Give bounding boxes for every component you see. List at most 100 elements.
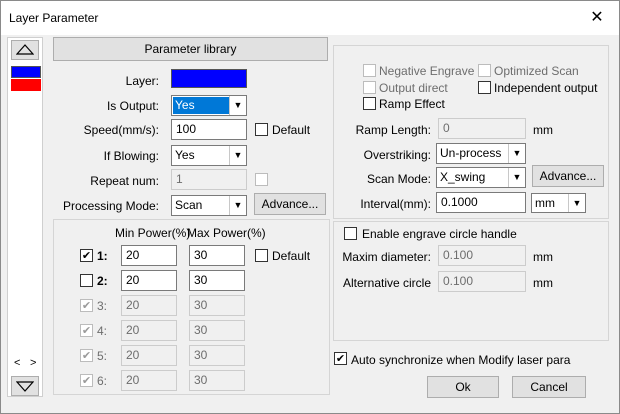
ramp-effect-checkbox[interactable] <box>363 97 376 110</box>
min-power-field[interactable]: 20 <box>121 245 177 266</box>
engrave-circle-checkbox[interactable] <box>344 227 357 240</box>
interval-field[interactable]: 0.1000 <box>436 192 526 213</box>
layer-item-blue[interactable] <box>11 66 41 78</box>
window-title: Layer Parameter <box>9 11 99 25</box>
alternative-circle-unit: mm <box>533 276 553 290</box>
left-advance-button[interactable]: Advance... <box>254 193 326 215</box>
auto-sync-checkbox[interactable]: ✔ <box>334 352 347 365</box>
max-power-field[interactable]: 30 <box>189 295 245 316</box>
interval-unit-select[interactable]: mm ▼ <box>531 193 586 213</box>
independent-output-label: Independent output <box>494 81 598 95</box>
overstriking-value: Un-process <box>440 146 502 160</box>
power-row-checkbox[interactable] <box>80 274 93 287</box>
alternative-circle-label: Alternative circle <box>342 276 431 290</box>
optimized-scan-label: Optimized Scan <box>494 64 579 78</box>
power-row-checkbox[interactable]: ✔ <box>80 249 93 262</box>
overstriking-select[interactable]: Un-process ▼ <box>436 143 526 164</box>
triangle-down-icon <box>15 381 35 392</box>
processing-mode-select[interactable]: Scan ▼ <box>171 195 247 216</box>
max-power-header: Max Power(%) <box>187 226 266 240</box>
max-power-field[interactable]: 30 <box>189 370 245 391</box>
min-power-field[interactable]: 20 <box>121 370 177 391</box>
close-icon[interactable]: ✕ <box>586 7 608 29</box>
scan-mode-label: Scan Mode: <box>366 172 431 186</box>
engrave-circle-label: Enable engrave circle handle <box>362 227 517 241</box>
overstriking-label: Overstriking: <box>363 148 431 162</box>
maxim-diameter-field[interactable]: 0.100 <box>438 245 526 266</box>
ramp-length-field[interactable]: 0 <box>438 118 526 139</box>
maxim-diameter-unit: mm <box>533 250 553 264</box>
processing-mode-value: Scan <box>175 198 203 212</box>
is-output-select[interactable]: Yes ▼ <box>171 95 247 116</box>
if-blowing-label: If Blowing: <box>103 149 159 163</box>
output-direct-checkbox[interactable] <box>363 81 376 94</box>
min-power-field[interactable]: 20 <box>121 320 177 341</box>
triangle-up-icon <box>15 44 35 55</box>
power-row-checkbox[interactable]: ✔ <box>80 324 93 337</box>
layer-item-red[interactable] <box>11 79 41 91</box>
if-blowing-value: Yes <box>175 148 195 162</box>
title-bar: Layer Parameter ✕ <box>1 1 619 35</box>
speed-label: Speed(mm/s): <box>83 123 159 137</box>
chevron-down-icon[interactable]: ▼ <box>508 168 525 187</box>
min-power-field[interactable]: 20 <box>121 345 177 366</box>
output-direct-label: Output direct <box>379 81 448 95</box>
auto-sync-label: Auto synchronize when Modify laser para <box>351 353 571 367</box>
power-row-label: 2: <box>97 274 108 288</box>
interval-label: Interval(mm): <box>360 197 431 211</box>
power-row-checkbox[interactable]: ✔ <box>80 349 93 362</box>
independent-output-checkbox[interactable] <box>478 81 491 94</box>
ramp-length-unit: mm <box>533 123 553 137</box>
power-row-label: 3: <box>97 299 108 313</box>
max-power-field[interactable]: 30 <box>189 270 245 291</box>
repeat-num-checkbox[interactable] <box>255 173 268 186</box>
speed-default-checkbox[interactable] <box>255 123 268 136</box>
power-row-label: 5: <box>97 349 108 363</box>
power-row-label: 4: <box>97 324 108 338</box>
maxim-diameter-label: Maxim diameter: <box>342 250 431 264</box>
chevron-down-icon[interactable]: ▼ <box>568 194 585 212</box>
max-power-field[interactable]: 30 <box>189 320 245 341</box>
scroll-up-button[interactable] <box>11 40 39 60</box>
layer-swatch-red <box>11 79 41 91</box>
repeat-num-field[interactable]: 1 <box>171 169 247 190</box>
layer-list: < > <box>7 37 43 397</box>
min-power-field[interactable]: 20 <box>121 295 177 316</box>
min-power-field[interactable]: 20 <box>121 270 177 291</box>
optimized-scan-checkbox[interactable] <box>478 64 491 77</box>
chevron-down-icon[interactable]: ▼ <box>508 144 525 163</box>
alternative-circle-field[interactable]: 0.100 <box>438 271 526 292</box>
interval-unit-value: mm <box>535 196 555 210</box>
scroll-down-button[interactable] <box>11 376 39 396</box>
negative-engrave-checkbox[interactable] <box>363 64 376 77</box>
layer-parameter-dialog: Layer Parameter ✕ < > Parameter library … <box>0 0 620 414</box>
max-power-field[interactable]: 30 <box>189 345 245 366</box>
right-advance-button[interactable]: Advance... <box>532 165 604 187</box>
is-output-label: Is Output: <box>106 99 159 113</box>
chevron-down-icon[interactable]: ▼ <box>229 196 246 215</box>
power-row-label: 6: <box>97 374 108 388</box>
repeat-num-label: Repeat num: <box>90 174 159 188</box>
power-default-checkbox[interactable] <box>255 249 268 262</box>
power-row-label: 1: <box>97 249 108 263</box>
speed-field[interactable]: 100 <box>171 119 247 140</box>
layer-color-swatch[interactable] <box>171 69 247 88</box>
ramp-length-label: Ramp Length: <box>355 123 431 137</box>
if-blowing-select[interactable]: Yes ▼ <box>171 145 247 166</box>
is-output-value: Yes <box>173 97 229 114</box>
layer-swatch-blue <box>11 66 41 78</box>
chevron-down-icon[interactable]: ▼ <box>229 96 246 115</box>
cancel-button[interactable]: Cancel <box>512 376 586 398</box>
chevron-down-icon[interactable]: ▼ <box>229 146 246 165</box>
parameter-library-button[interactable]: Parameter library <box>53 37 328 61</box>
power-default-label: Default <box>272 249 311 263</box>
scan-mode-select[interactable]: X_swing ▼ <box>436 167 526 188</box>
negative-engrave-label: Negative Engrave <box>379 64 475 78</box>
scroll-left-icon[interactable]: < <box>14 357 20 369</box>
scroll-right-icon[interactable]: > <box>30 357 36 369</box>
ramp-effect-label: Ramp Effect <box>379 97 445 111</box>
power-row-checkbox[interactable]: ✔ <box>80 299 93 312</box>
ok-button[interactable]: Ok <box>427 376 499 398</box>
power-row-checkbox[interactable]: ✔ <box>80 374 93 387</box>
max-power-field[interactable]: 30 <box>189 245 245 266</box>
